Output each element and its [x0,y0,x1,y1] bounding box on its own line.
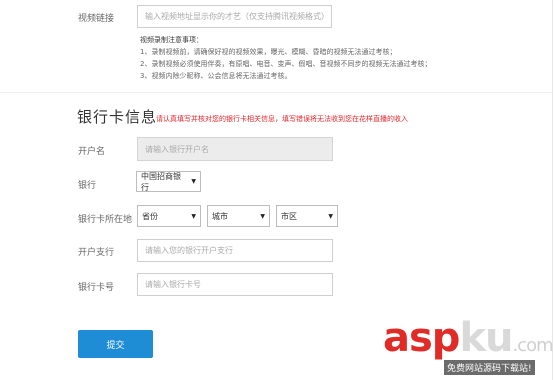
bank-select[interactable]: 中国招商银行 ▼ [136,171,201,192]
card-number-input[interactable]: 请输入银行卡号 [137,273,333,296]
bank-select-value: 中国招商银行 [141,171,181,192]
video-notes-title: 视频录制注意事项： [140,36,203,44]
watermark-brand-red: asp [383,315,460,361]
chevron-down-icon: ▼ [191,212,196,220]
video-note-1: 1、录制视频前，请确保好视的视频效果，曝光、模糊、昏暗的视频无法通过考核； [140,48,397,56]
chevron-down-icon: ▼ [191,178,196,185]
branch-label: 开户支行 [78,248,115,258]
branch-input[interactable]: 请输入您的银行开户支行 [137,239,333,262]
district-select[interactable]: 市区 ▼ [276,205,338,227]
video-note-2: 2、录制视频必须使用伴奏，有原唱、电音、变声、假唱、音视频不同步的视频无法通过考… [140,60,432,68]
city-select[interactable]: 城市 ▼ [207,205,270,227]
video-link-input[interactable]: 输入视频地址显示你的才艺（仅支持腾讯视频格式） [137,5,332,28]
video-note-3: 3、视频内除少昵称、公会信息将无法通过考核。 [140,72,292,80]
bank-warning-text: 请认真填写并核对您的银行卡相关信息，填写错误将无法收到您在花样直播的收入 [156,115,408,123]
account-name-input[interactable]: 请输入银行开户名 [137,137,333,161]
district-select-value: 市区 [281,211,297,221]
video-link-placeholder: 输入视频地址显示你的才艺（仅支持腾讯视频格式） [145,12,329,21]
chevron-down-icon: ▼ [260,212,265,220]
city-select-value: 城市 [212,211,228,221]
card-location-label: 银行卡所在地 [78,215,133,225]
bank-label: 银行 [78,181,97,191]
account-name-label: 开户名 [78,147,106,157]
account-name-placeholder: 请输入银行开户名 [145,144,209,154]
watermark-domain: .com [512,335,554,356]
watermark-brand-gray: ku [459,315,513,361]
card-number-label: 银行卡号 [78,283,115,293]
watermark-subtitle: 免费网站源码下载站! [444,360,535,375]
watermark-logo: aspku.com [383,315,554,366]
form-panel: 视频链接 输入视频地址显示你的才艺（仅支持腾讯视频格式） 视频录制注意事项： 1… [0,0,554,380]
video-link-label: 视频链接 [78,14,115,24]
branch-placeholder: 请输入您的银行开户支行 [145,246,233,255]
bank-section-title: 银行卡信息 [77,108,158,126]
video-notes: 视频录制注意事项： 1、录制视频前，请确保好视的视频效果，曝光、模糊、昏暗的视频… [140,34,431,82]
province-select[interactable]: 省份 ▼ [137,205,201,227]
section-divider [0,92,553,93]
province-select-value: 省份 [142,211,158,221]
card-number-placeholder: 请输入银行卡号 [145,280,201,289]
submit-button[interactable]: 提交 [78,330,153,358]
chevron-down-icon: ▼ [328,212,333,220]
